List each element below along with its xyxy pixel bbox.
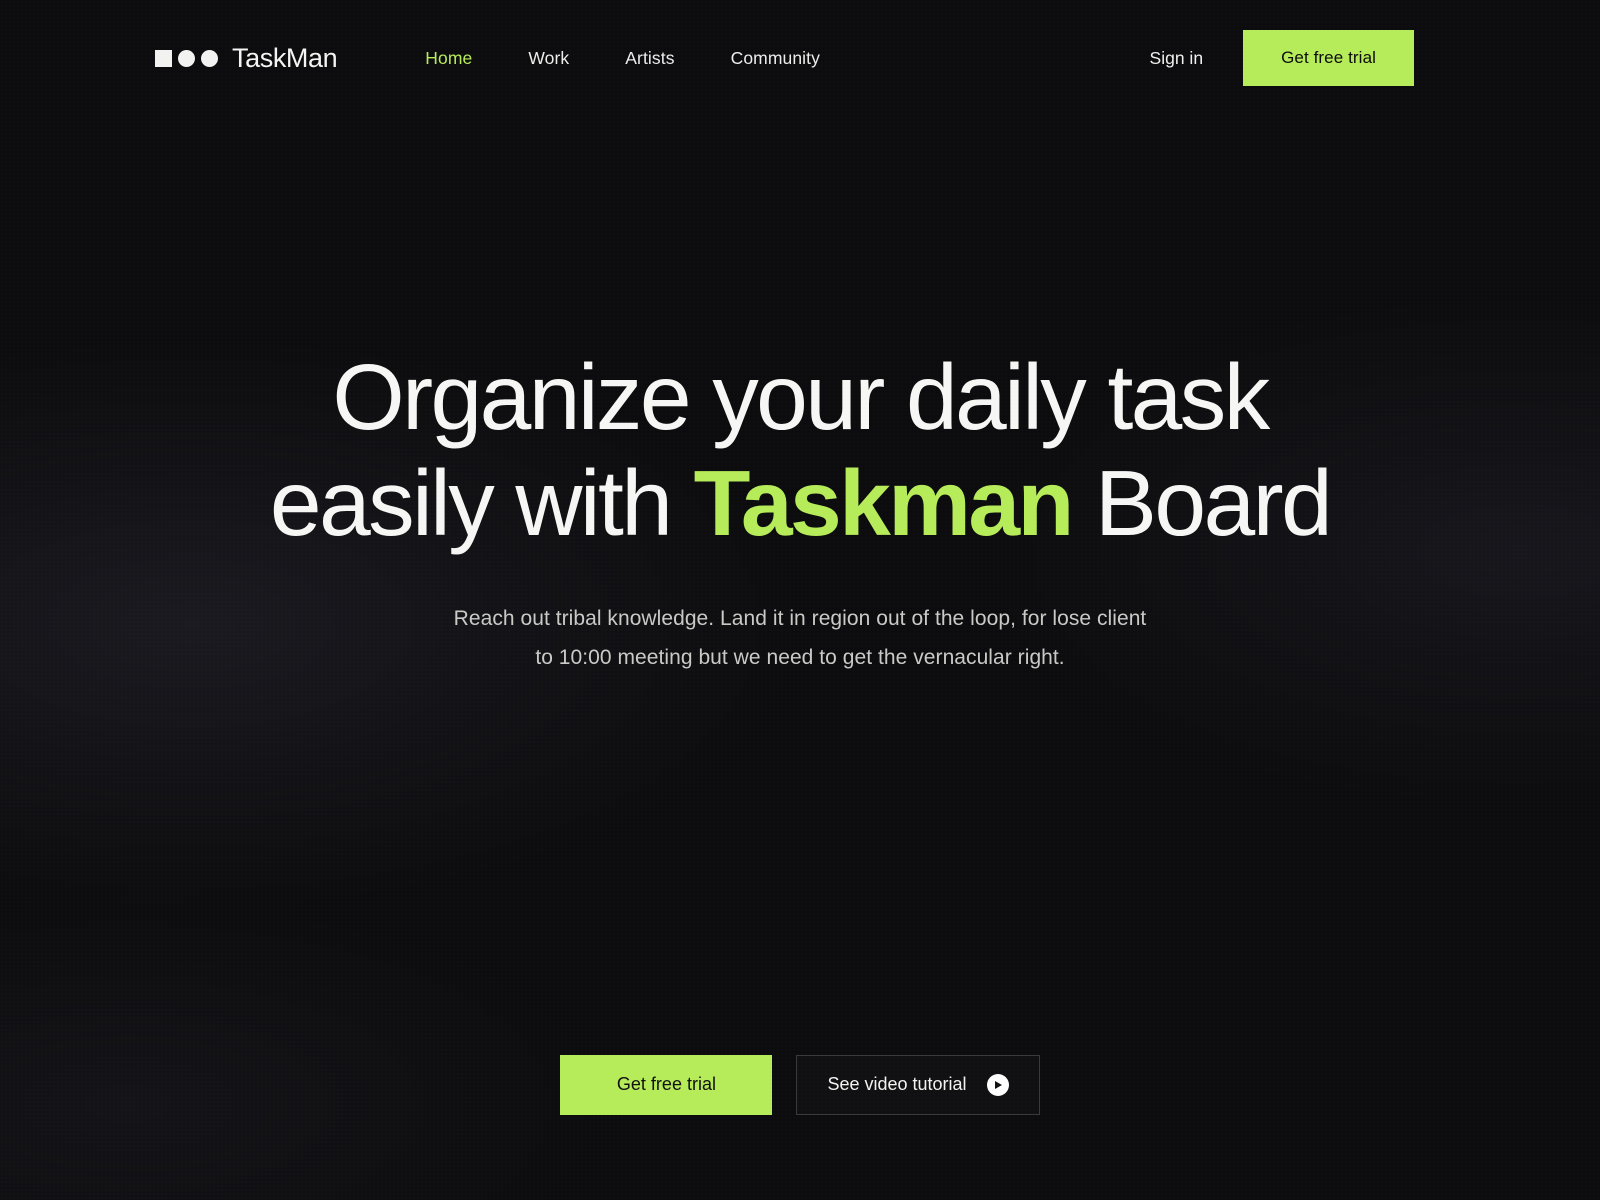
nav-link-home[interactable]: Home <box>425 48 472 69</box>
hero-subtitle: Reach out tribal knowledge. Land it in r… <box>0 600 1600 678</box>
hero-title-line1: Organize your daily task <box>332 345 1270 449</box>
hero-section: Organize your daily task easily with Tas… <box>0 344 1600 678</box>
logo-circle-1-icon <box>178 49 195 67</box>
nav-actions: Sign in Get free trial <box>1150 30 1414 86</box>
hero-cta-row: Get free trial See video tutorial <box>0 1054 1600 1115</box>
get-free-trial-button-nav[interactable]: Get free trial <box>1243 30 1414 86</box>
top-navigation: TaskMan Home Work Artists Community Sign… <box>0 0 1600 116</box>
sign-in-link[interactable]: Sign in <box>1150 48 1204 69</box>
logo-circle-2-icon <box>201 49 218 67</box>
nav-link-community[interactable]: Community <box>731 48 820 69</box>
brand-name: TaskMan <box>232 42 338 73</box>
see-video-tutorial-button[interactable]: See video tutorial <box>796 1054 1040 1115</box>
nav-link-artists[interactable]: Artists <box>625 48 674 69</box>
play-icon <box>986 1073 1009 1096</box>
get-free-trial-button-hero[interactable]: Get free trial <box>560 1054 773 1115</box>
hero-subtitle-line2: to 10:00 meeting but we need to get the … <box>535 645 1065 669</box>
hero-title: Organize your daily task easily with Tas… <box>0 344 1600 556</box>
hero-subtitle-line1: Reach out tribal knowledge. Land it in r… <box>453 607 1147 631</box>
see-video-tutorial-label: See video tutorial <box>827 1074 967 1095</box>
nav-link-work[interactable]: Work <box>528 48 569 69</box>
nav-links: Home Work Artists Community <box>425 48 820 69</box>
brand-logo[interactable]: TaskMan <box>155 42 338 74</box>
logo-marks-icon <box>155 49 218 67</box>
hero-title-line2-pre: easily with <box>269 451 694 556</box>
logo-square-icon <box>155 49 172 67</box>
hero-title-highlight: Taskman <box>693 451 1075 556</box>
hero-title-line2-post: Board <box>1071 451 1333 556</box>
page-root: TaskMan Home Work Artists Community Sign… <box>0 0 1600 1200</box>
